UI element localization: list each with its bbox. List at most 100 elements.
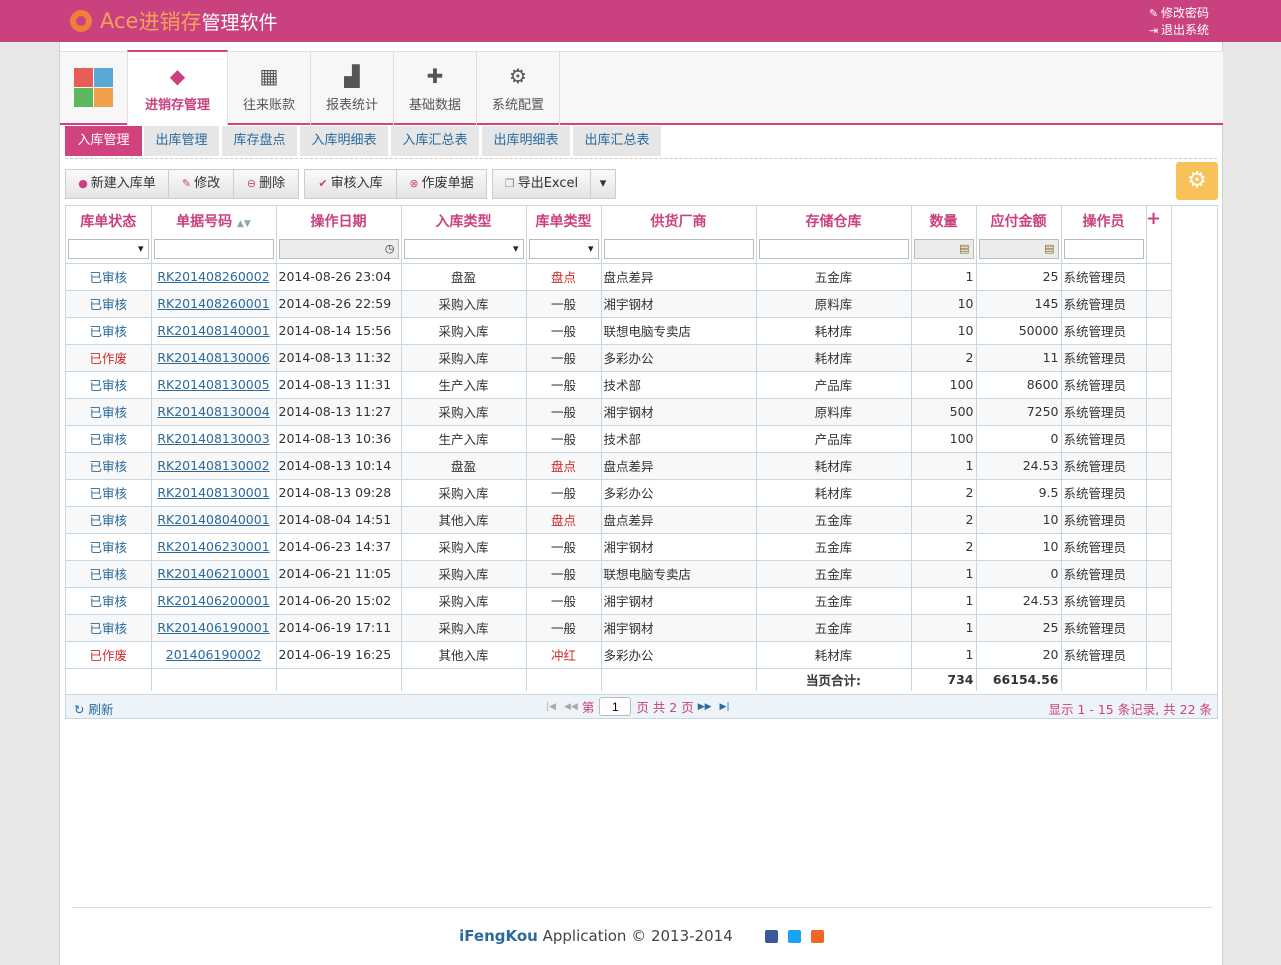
filter-bill-type-select[interactable] [528, 238, 599, 259]
bill-no-link[interactable]: RK201408130001 [157, 485, 269, 500]
pager: ↻ 刷新 |◀ ◀◀ 第 页 共 2 页 ▶▶ ▶| 显示 1 - 15 条记录… [66, 694, 1217, 718]
audit-button[interactable]: ✔ 审核入库 [304, 169, 397, 199]
table-row[interactable]: 已审核 RK201408130003 2014-08-13 10:36 生产入库 一般技… [66, 425, 1172, 453]
export-dropdown-button[interactable]: ▾ [590, 169, 616, 199]
col-header-bill-no[interactable]: 单据号码 ▲▼ [151, 206, 277, 235]
bill-no-link[interactable]: RK201408260002 [157, 269, 269, 284]
bill-no-link[interactable]: RK201408140001 [157, 323, 269, 338]
col-header-qty[interactable]: 数量 [911, 206, 977, 235]
bill-no-link[interactable]: RK201406190001 [157, 620, 269, 635]
row-bill-type: 一般 [526, 290, 602, 318]
subtab-stock-in[interactable]: 入库管理 [65, 126, 142, 156]
row-amount: 25 [976, 263, 1062, 291]
table-row[interactable]: 已审核 RK201406210001 2014-06-21 11:05 采购入库 一般联… [66, 560, 1172, 588]
col-header-warehouse[interactable]: 存储仓库 [756, 206, 912, 235]
table-row[interactable]: 已审核 RK201406230001 2014-06-23 14:37 采购入库 一般湘… [66, 533, 1172, 561]
table-row[interactable]: 已审核 RK201408040001 2014-08-04 14:51 其他入库 盘点盘… [66, 506, 1172, 534]
nav-tab-inventory[interactable]: ◆ 进销存管理 [127, 50, 228, 126]
nav-tab-basic-data[interactable]: ✚ 基础数据 [394, 52, 477, 126]
new-inbound-button[interactable]: ● 新建入库单 [65, 169, 169, 199]
bill-no-link[interactable]: RK201408130005 [157, 377, 269, 392]
table-row[interactable]: 已审核 RK201406200001 2014-06-20 15:02 采购入库 一般湘… [66, 587, 1172, 615]
row-date: 2014-08-13 10:14 [276, 452, 402, 480]
col-header-operator[interactable]: 操作员 [1061, 206, 1147, 235]
delete-button[interactable]: ⊖ 删除 [233, 169, 299, 199]
filter-operator-input[interactable] [1063, 238, 1144, 259]
filter-in-type-select[interactable] [403, 238, 524, 259]
table-row[interactable]: 已作废 201406190002 2014-06-19 16:25 其他入库 冲红 多彩办… [66, 641, 1172, 669]
bill-no-link[interactable]: RK201406230001 [157, 539, 269, 554]
bill-no-link[interactable]: RK201406210001 [157, 566, 269, 581]
add-column-icon[interactable]: + [1146, 208, 1161, 229]
col-header-amount[interactable]: 应付金额 [976, 206, 1062, 235]
bill-no-link[interactable]: RK201408260001 [157, 296, 269, 311]
table-row[interactable]: 已审核 RK201408130004 2014-08-13 11:27 采购入库 一般湘… [66, 398, 1172, 426]
next-page-icon[interactable]: ▶▶ [698, 702, 712, 712]
filter-amount-input[interactable]: ▤ [978, 238, 1059, 259]
table-row[interactable]: 已审核 RK201408260002 2014-08-26 23:04 盘盈 盘点 盘点差… [66, 263, 1172, 291]
bill-no-link[interactable]: RK201408130002 [157, 458, 269, 473]
grid-settings-button[interactable]: ⚙ [1176, 162, 1218, 200]
row-qty: 10 [911, 290, 977, 318]
nav-tab-accounts[interactable]: ▦ 往来账款 [228, 52, 311, 126]
row-in-type: 采购入库 [401, 614, 527, 642]
row-date: 2014-06-19 16:25 [276, 641, 402, 669]
row-operator: 系统管理员 [1061, 587, 1147, 615]
void-button[interactable]: ⊗ 作废单据 [396, 169, 487, 199]
apps-grid-icon[interactable] [74, 68, 114, 108]
prev-page-icon[interactable]: ◀◀ [564, 702, 578, 712]
bill-no-link[interactable]: RK201408130004 [157, 404, 269, 419]
table-row[interactable]: 已审核 RK201408130002 2014-08-13 10:14 盘盈 盘点 盘点差… [66, 452, 1172, 480]
twitter-icon[interactable] [788, 930, 802, 943]
filter-warehouse-input[interactable] [758, 238, 909, 259]
subtab-in-detail[interactable]: 入库明细表 [300, 126, 388, 156]
col-header-date[interactable]: 操作日期 [276, 206, 402, 235]
nav-tab-settings[interactable]: ⚙ 系统配置 [477, 52, 560, 126]
row-status: 已审核 [66, 452, 152, 480]
bill-no-link[interactable]: RK201406200001 [157, 593, 269, 608]
page-number-input[interactable] [599, 697, 632, 716]
row-date: 2014-06-23 14:37 [276, 533, 402, 561]
facebook-icon[interactable] [765, 930, 779, 943]
bill-no-link[interactable]: 201406190002 [166, 647, 261, 662]
col-header-supplier[interactable]: 供货厂商 [601, 206, 757, 235]
col-header-in-type[interactable]: 入库类型 [401, 206, 527, 235]
table-row[interactable]: 已审核 RK201408130005 2014-08-13 11:31 生产入库 一般技… [66, 371, 1172, 399]
col-header-status[interactable]: 库单状态 [66, 206, 152, 235]
first-page-icon[interactable]: |◀ [546, 702, 556, 712]
bill-no-link[interactable]: RK201408130006 [157, 350, 269, 365]
export-excel-button[interactable]: ❐ 导出Excel [492, 169, 591, 199]
refresh-button[interactable]: ↻ 刷新 [74, 699, 113, 718]
row-in-type: 采购入库 [401, 533, 527, 561]
subtab-in-summary[interactable]: 入库汇总表 [391, 126, 479, 156]
table-row[interactable]: 已审核 RK201408130001 2014-08-13 09:28 采购入库 一般多… [66, 479, 1172, 507]
row-bill-no: RK201406230001 [151, 533, 277, 561]
subtab-inventory-check[interactable]: 库存盘点 [222, 126, 297, 156]
logout-link[interactable]: ⇥ 退出系统 [1149, 22, 1209, 39]
change-password-link[interactable]: ✎ 修改密码 [1149, 5, 1209, 22]
filter-supplier-input[interactable] [603, 238, 754, 259]
row-bill-no: RK201408130005 [151, 371, 277, 399]
rss-icon[interactable] [810, 930, 824, 943]
subtab-stock-out[interactable]: 出库管理 [144, 126, 219, 156]
last-page-icon[interactable]: ▶| [720, 702, 730, 712]
table-row[interactable]: 已审核 RK201408260001 2014-08-26 22:59 采购入库 一般湘… [66, 290, 1172, 318]
table-row[interactable]: 已审核 RK201406190001 2014-06-19 17:11 采购入库 一般湘… [66, 614, 1172, 642]
filter-status-select[interactable] [68, 238, 149, 259]
row-amount: 24.53 [976, 452, 1062, 480]
subtab-out-detail[interactable]: 出库明细表 [482, 126, 570, 156]
subtab-out-summary[interactable]: 出库汇总表 [573, 126, 661, 156]
edit-button[interactable]: ✎ 修改 [168, 169, 234, 199]
col-header-bill-type[interactable]: 库单类型 [526, 206, 602, 235]
filter-bill-no-input[interactable] [153, 238, 274, 259]
bill-no-link[interactable]: RK201408130003 [157, 431, 269, 446]
bill-no-link[interactable]: RK201408040001 [157, 512, 269, 527]
table-row[interactable]: 已审核 RK201408140001 2014-08-14 15:56 采购入库 一般联… [66, 317, 1172, 345]
table-row[interactable]: 已作废 RK201408130006 2014-08-13 11:32 采购入库 一般多… [66, 344, 1172, 372]
row-bill-type: 一般 [526, 479, 602, 507]
pencil-icon: ✎ [181, 177, 192, 190]
filter-qty-input[interactable]: ▤ [913, 238, 974, 259]
nav-tab-reports[interactable]: ▟ 报表统计 [311, 52, 394, 126]
stock-in-grid: 库单状态 单据号码 ▲▼ 操作日期 入库类型 库单类型 供货厂商 存储仓库 数量… [65, 205, 1218, 719]
filter-date-input[interactable]: ◷ [278, 238, 399, 259]
